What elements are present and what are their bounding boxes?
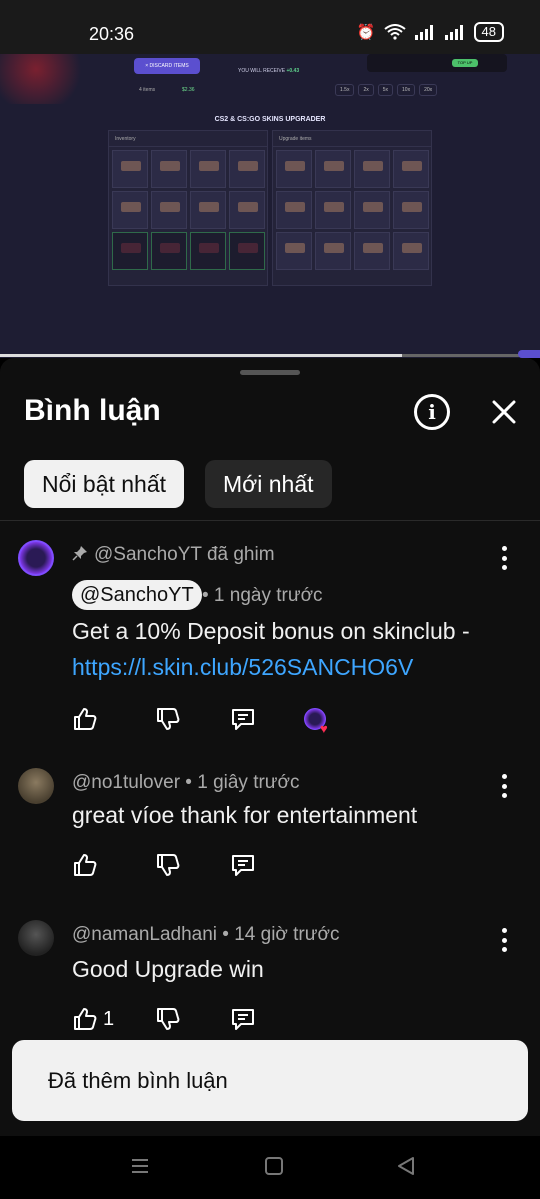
skin-card (276, 232, 312, 270)
signal-icon-2 (444, 25, 463, 40)
skin-card (315, 191, 351, 229)
video-topup-button: TOP UP (452, 59, 478, 67)
close-icon[interactable] (486, 394, 522, 430)
upgrade-heading: Upgrade items (273, 131, 431, 147)
comment-link[interactable]: https://l.skin.club/526SANCHO6V (72, 654, 413, 681)
skin-card (354, 191, 390, 229)
video-items-count: 4 items (139, 87, 156, 93)
skin-card (151, 232, 187, 270)
skin-card (190, 150, 226, 188)
video-receive-text: YOU WILL RECEIVE +0.43 (238, 68, 299, 74)
sheet-title: Bình luận (24, 394, 161, 427)
skin-card (393, 191, 429, 229)
toast-text: Đã thêm bình luận (48, 1067, 228, 1093)
inventory-grid (109, 147, 267, 273)
skin-card (229, 191, 265, 229)
skin-card (229, 150, 265, 188)
like-icon[interactable] (72, 706, 98, 732)
skin-card (276, 191, 312, 229)
like-icon[interactable] (72, 852, 98, 878)
recents-icon[interactable] (130, 1156, 150, 1176)
upgrade-grid (273, 147, 431, 273)
skin-card (151, 191, 187, 229)
skin-card (151, 150, 187, 188)
video-multipliers: 1.5x 2x 5x 10x 20x (335, 84, 438, 96)
pinned-label: @SanchoYT đã ghim (72, 544, 275, 566)
video-help-tab (518, 350, 540, 358)
video-discard-button: × DISCARD ITEMS (134, 58, 200, 74)
alarm-icon: ⏰ (356, 24, 376, 41)
multiplier: 10x (397, 84, 416, 96)
receive-value: +0.43 (286, 68, 300, 74)
skin-card (112, 191, 148, 229)
pin-icon (72, 546, 87, 561)
status-bar: 20:36 ⏰ 48 (0, 0, 540, 54)
dislike-icon[interactable] (155, 1006, 181, 1032)
reply-icon[interactable] (230, 1006, 256, 1032)
skin-card (190, 191, 226, 229)
skin-card (393, 232, 429, 270)
system-nav-bar (0, 1136, 540, 1199)
skin-card (315, 150, 351, 188)
tab-newest[interactable]: Mới nhất (205, 460, 332, 508)
video-decoration (0, 54, 90, 104)
comment-text: Get a 10% Deposit bonus on skinclub - (72, 618, 470, 644)
avatar[interactable] (18, 540, 54, 576)
comment-time: • 1 ngày trước (202, 585, 323, 606)
status-icons: ⏰ 48 (357, 22, 504, 42)
signal-icon (414, 25, 433, 40)
reply-icon[interactable] (230, 852, 256, 878)
skin-card (354, 232, 390, 270)
avatar[interactable] (18, 768, 54, 804)
video-balance-bar (367, 54, 507, 72)
comment-author-line[interactable]: @no1tulover • 1 giây trước (72, 772, 300, 794)
comment-text: great víoe thank for entertainment (72, 802, 418, 828)
video-items-value: $2.36 (182, 87, 195, 93)
battery-indicator: 48 (473, 22, 504, 42)
video-inventory-panel: Inventory (108, 130, 268, 286)
video-page-title: CS2 & CS:GO SKINS UPGRADER (214, 116, 326, 123)
divider (0, 520, 540, 521)
like-count: 1 (103, 1008, 115, 1030)
video-player[interactable]: × DISCARD ITEMS YOU WILL RECEIVE +0.43 4… (0, 54, 540, 358)
wifi-icon (383, 24, 406, 40)
comment-author-line[interactable]: @namanLadhani • 14 giờ trước (72, 924, 339, 946)
skin-card (112, 150, 148, 188)
avatar[interactable] (18, 920, 54, 956)
skin-card (354, 150, 390, 188)
pinned-text: @SanchoYT đã ghim (94, 544, 275, 565)
clock: 20:36 (89, 24, 135, 44)
author-handle[interactable]: @SanchoYT (72, 580, 202, 610)
skin-card (276, 150, 312, 188)
tab-top-comments[interactable]: Nổi bật nhất (24, 460, 185, 508)
video-upgrade-panel: Upgrade items (272, 130, 432, 286)
home-icon[interactable] (264, 1156, 284, 1176)
heart-icon: ♥ (320, 721, 328, 736)
more-icon[interactable] (496, 774, 512, 798)
multiplier: 2x (358, 84, 374, 96)
more-icon[interactable] (496, 928, 512, 952)
drag-handle[interactable] (240, 370, 300, 375)
reply-icon[interactable] (230, 706, 256, 732)
skin-card (229, 232, 265, 270)
like-icon[interactable] (72, 1006, 98, 1032)
back-icon[interactable] (396, 1156, 416, 1176)
info-icon[interactable]: i (414, 394, 450, 430)
more-icon[interactable] (496, 546, 512, 570)
comment-text: Good Upgrade win (72, 956, 264, 982)
inventory-heading: Inventory (109, 131, 267, 147)
skin-card (112, 232, 148, 270)
skin-card (393, 150, 429, 188)
dislike-icon[interactable] (155, 852, 181, 878)
skin-card (315, 232, 351, 270)
dislike-icon[interactable] (155, 706, 181, 732)
multiplier: 20x (419, 84, 438, 96)
snackbar-toast: Đã thêm bình luận (12, 1040, 528, 1121)
multiplier: 1.5x (335, 84, 355, 96)
receive-label: YOU WILL RECEIVE (238, 68, 286, 74)
multiplier: 5x (377, 84, 394, 96)
video-progress-played[interactable] (0, 354, 402, 357)
skin-card (190, 232, 226, 270)
